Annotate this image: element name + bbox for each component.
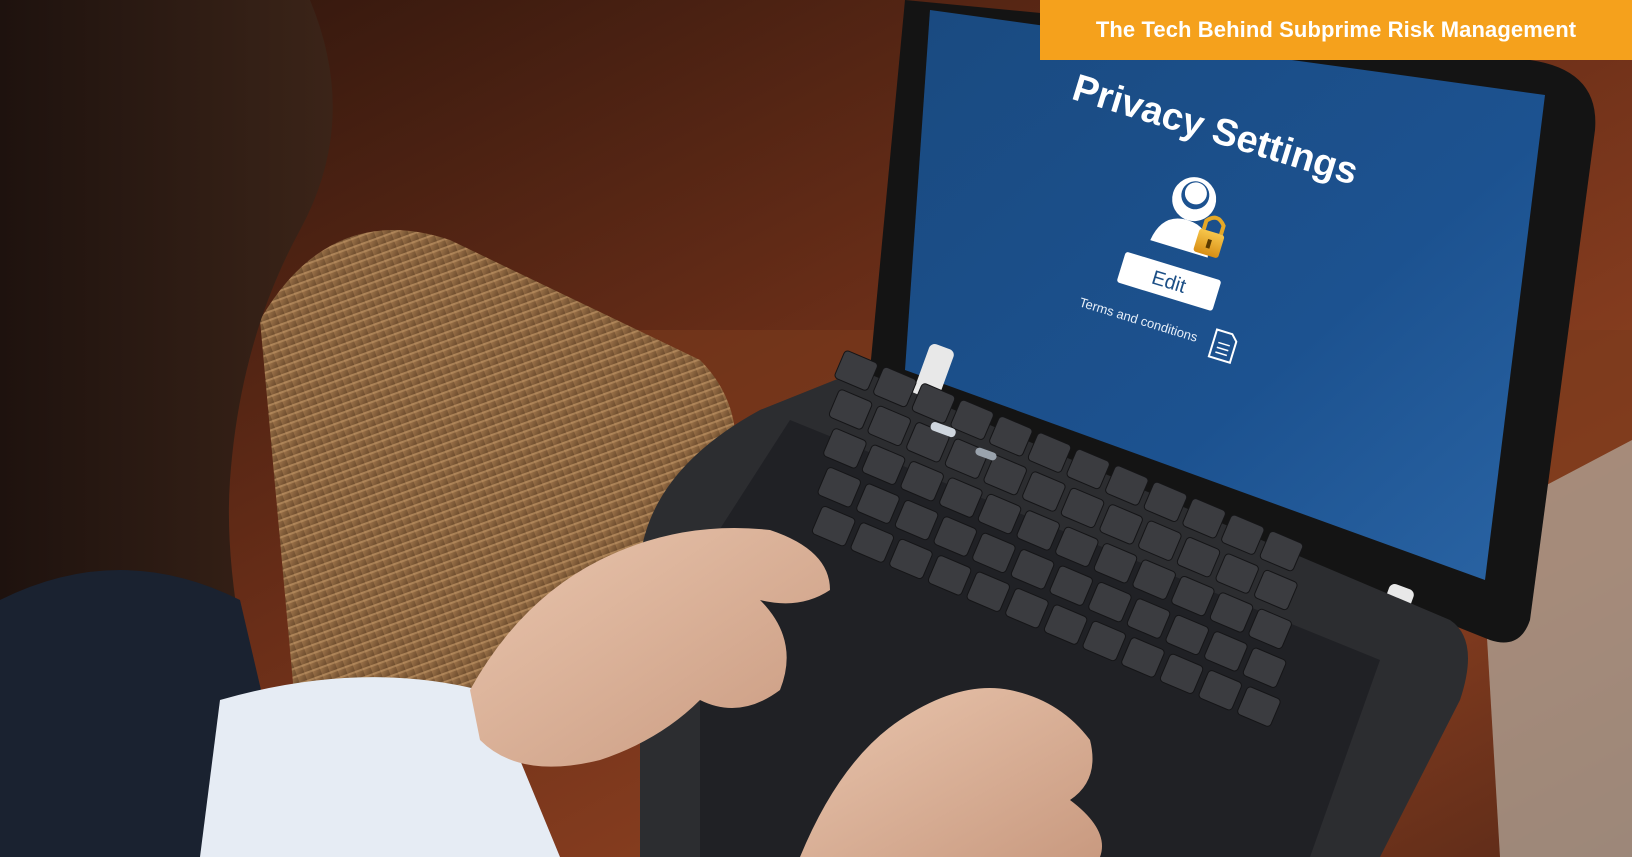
article-title-banner: The Tech Behind Subprime Risk Management: [1040, 0, 1632, 60]
article-title: The Tech Behind Subprime Risk Management: [1095, 17, 1577, 42]
photo-scene: Privacy Settings Edit Terms and conditio…: [0, 0, 1632, 857]
